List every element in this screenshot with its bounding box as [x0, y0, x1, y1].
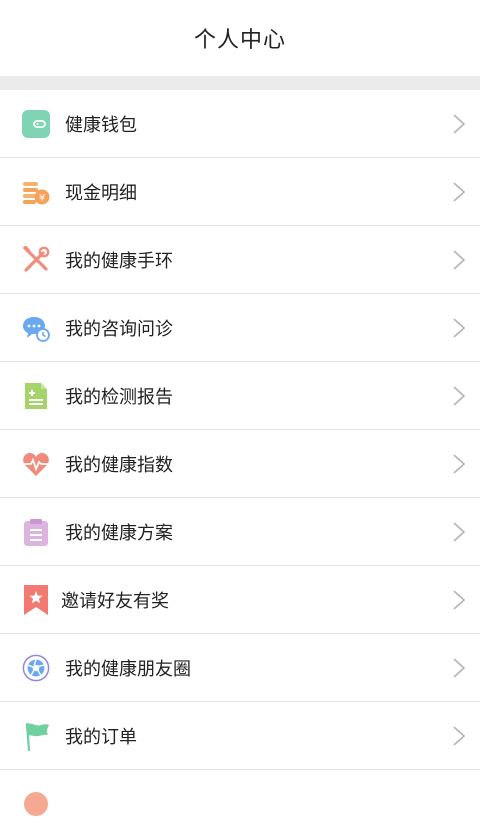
- menu-item-label: 我的订单: [65, 726, 137, 748]
- wallet-icon: [22, 109, 50, 138]
- menu-item-report[interactable]: 我的检测报告: [0, 362, 480, 430]
- menu-item-label: 健康钱包: [65, 114, 137, 136]
- menu-item-label: 我的咨询问诊: [65, 318, 173, 340]
- menu-item-circle[interactable]: 我的健康朋友圈: [0, 634, 480, 702]
- chevron-right-icon: [453, 589, 466, 610]
- menu-item-partial[interactable]: [0, 770, 480, 838]
- chevron-right-icon: [453, 521, 466, 542]
- section-divider: [0, 76, 480, 90]
- menu-item-label: 我的健康手环: [65, 250, 173, 272]
- menu-item-plan[interactable]: 我的健康方案: [0, 498, 480, 566]
- menu-item-label: 我的检测报告: [65, 386, 173, 408]
- chevron-right-icon: [453, 385, 466, 406]
- flag-icon: [22, 722, 50, 751]
- menu-item-orders[interactable]: 我的订单: [0, 702, 480, 770]
- menu-item-consult[interactable]: 我的咨询问诊: [0, 294, 480, 362]
- menu-item-invite[interactable]: 邀请好友有奖: [0, 566, 480, 634]
- menu-item-label: 现金明细: [65, 182, 137, 204]
- menu-item-label: 我的健康朋友圈: [65, 658, 191, 680]
- page-title: 个人中心: [193, 28, 286, 53]
- menu-item-label: 我的健康方案: [65, 522, 173, 544]
- coins-icon: ¥: [22, 178, 50, 206]
- chevron-right-icon: [453, 113, 466, 134]
- menu-item-label: 邀请好友有奖: [61, 590, 169, 612]
- top-bar: 个人中心: [0, 0, 480, 76]
- menu-item-cash[interactable]: ¥ 现金明细: [0, 158, 480, 226]
- tools-icon: [22, 245, 50, 274]
- bookmark-star-icon: [22, 584, 50, 615]
- menu-item-band[interactable]: 我的健康手环: [0, 226, 480, 294]
- partial-icon: [22, 790, 50, 818]
- heart-pulse-icon: [22, 450, 50, 478]
- menu-item-wallet[interactable]: 健康钱包: [0, 90, 480, 158]
- clipboard-icon: [22, 518, 50, 546]
- chevron-right-icon: [453, 725, 466, 746]
- chevron-right-icon: [453, 249, 466, 270]
- aperture-icon: [22, 654, 50, 682]
- menu-item-label: 我的健康指数: [65, 454, 173, 476]
- menu-list: 健康钱包 ¥ 现金明细 我的健康手环 我的咨询问诊 我的检测报告 我的健康指数 …: [0, 90, 480, 838]
- svg-text:¥: ¥: [39, 193, 45, 204]
- chevron-right-icon: [453, 453, 466, 474]
- chevron-right-icon: [453, 181, 466, 202]
- chevron-right-icon: [453, 317, 466, 338]
- document-plus-icon: [22, 382, 50, 410]
- chat-clock-icon: [22, 314, 50, 342]
- chevron-right-icon: [453, 657, 466, 678]
- menu-item-index[interactable]: 我的健康指数: [0, 430, 480, 498]
